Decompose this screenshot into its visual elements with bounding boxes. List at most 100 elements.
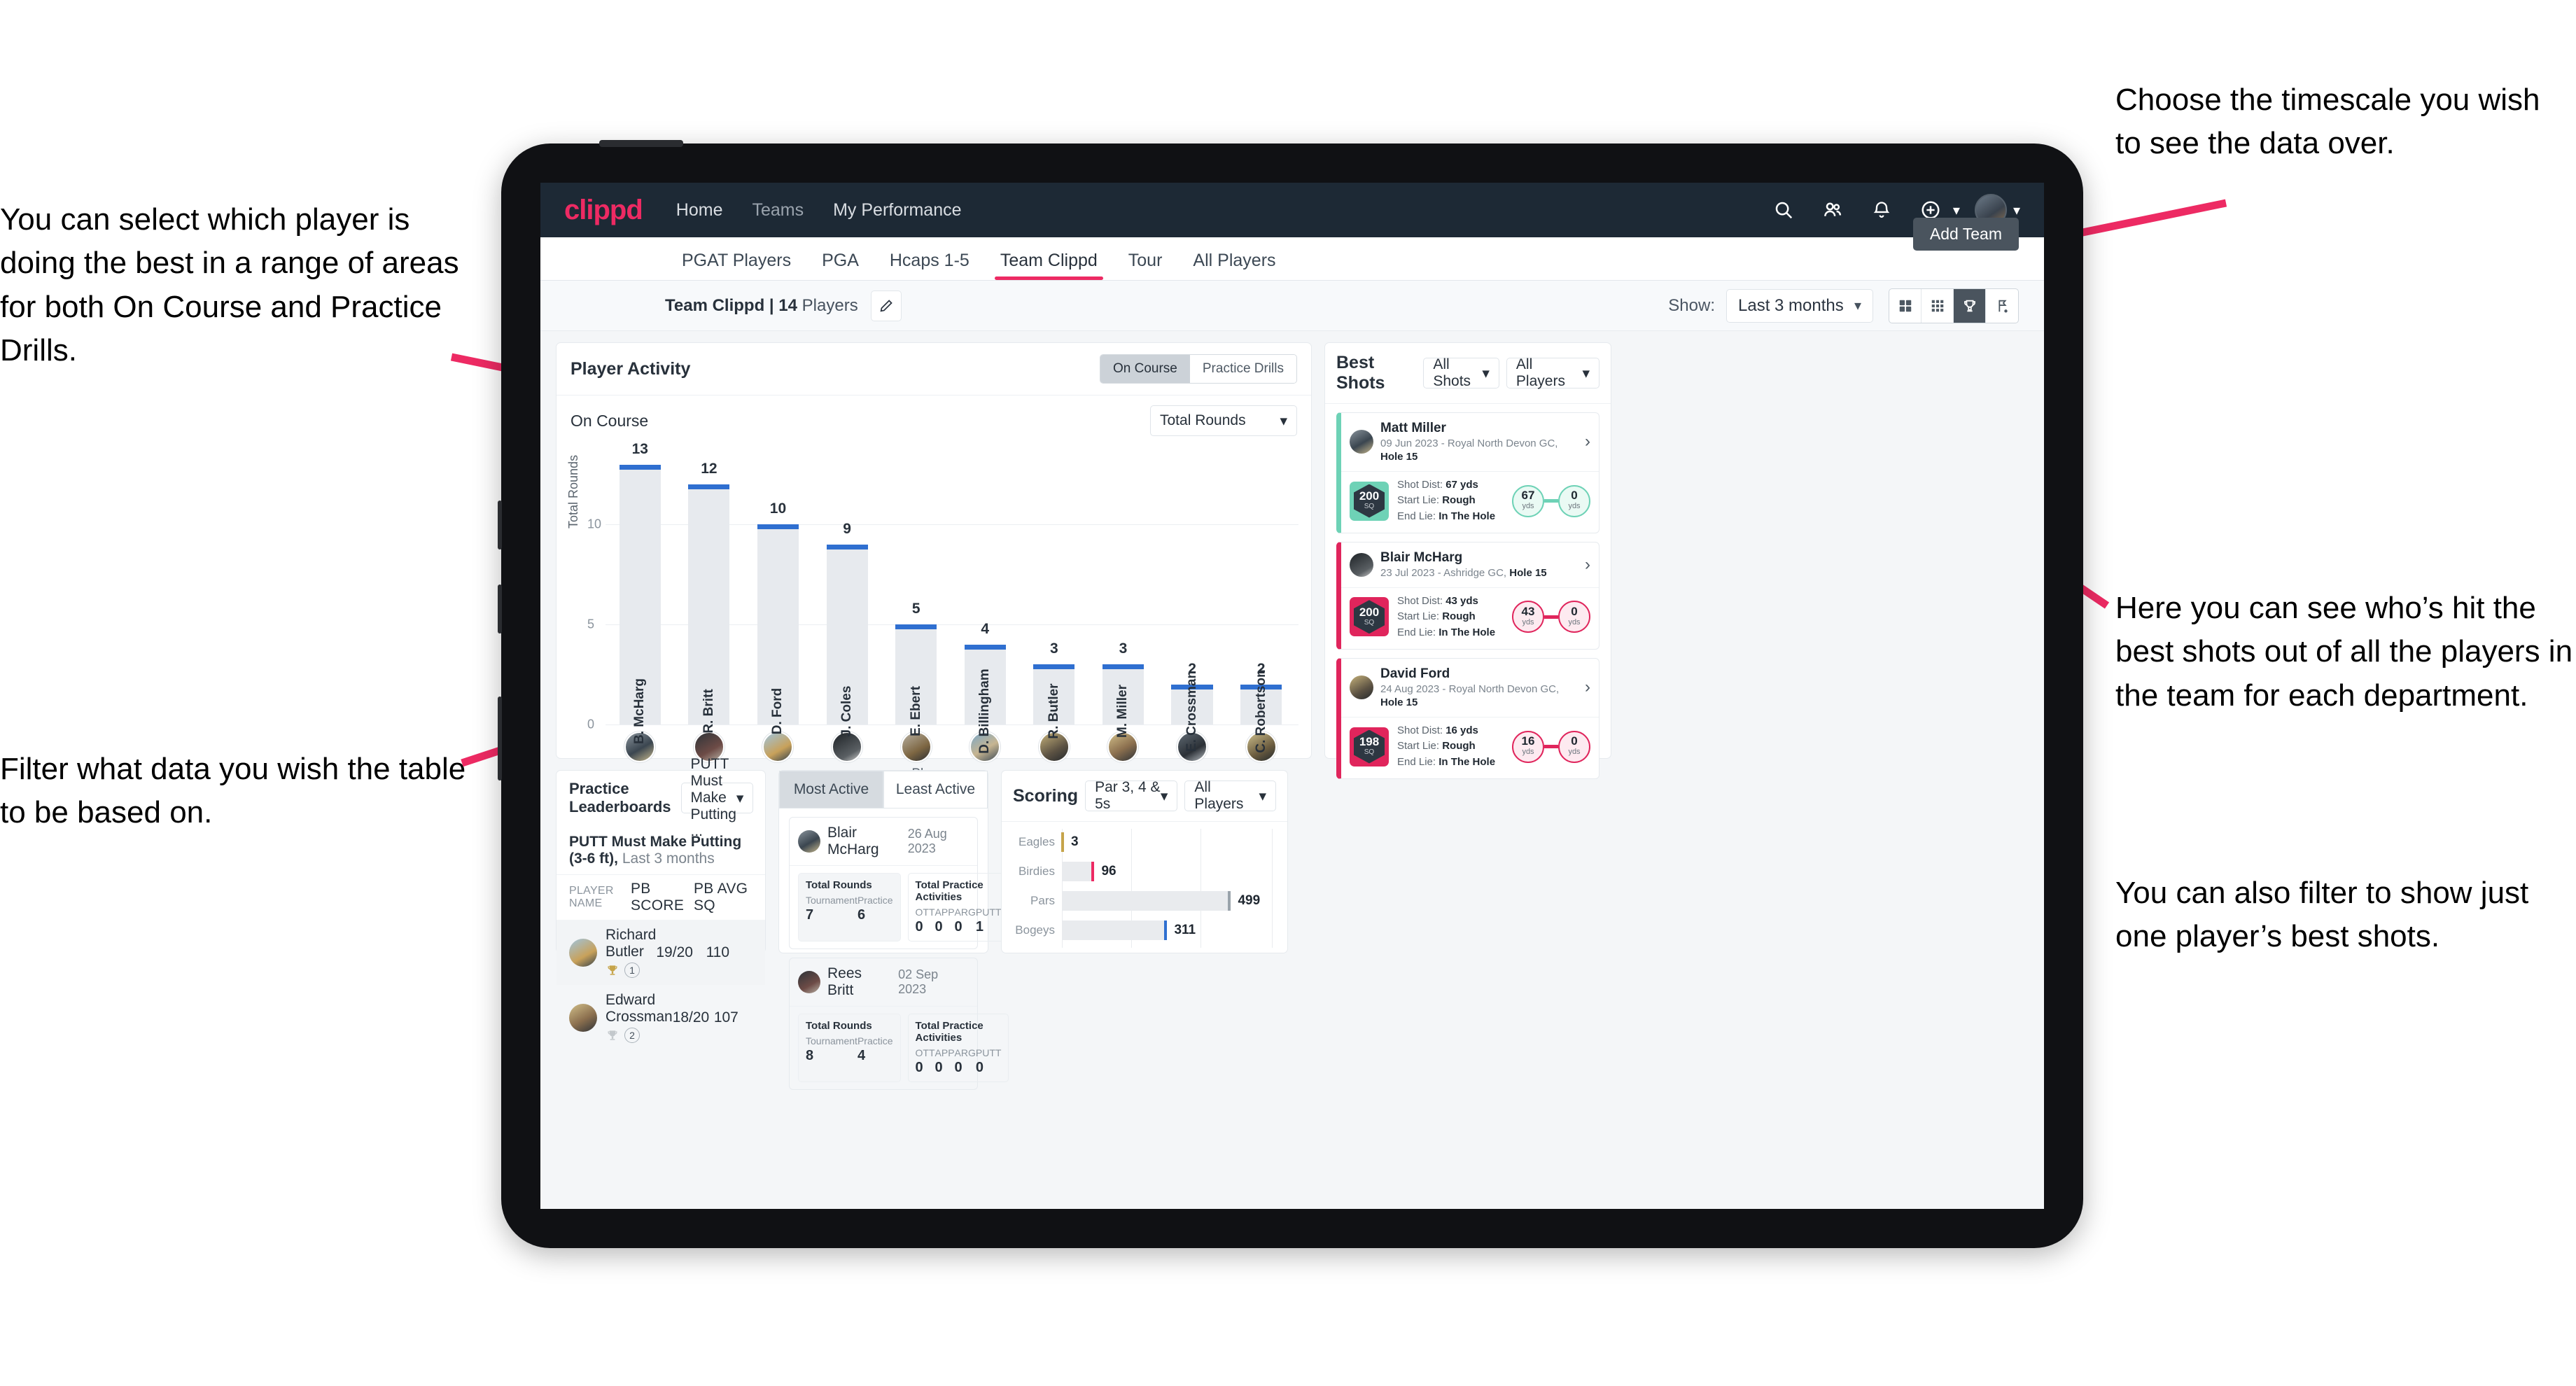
chevron-down-icon: ▾ bbox=[1482, 365, 1490, 382]
flag-icon[interactable] bbox=[1986, 289, 2018, 323]
shot-from-circle: 67 yds bbox=[1512, 484, 1544, 517]
leaderboard-row[interactable]: Edward Crossman 2 18/20 107 bbox=[556, 985, 765, 1050]
trophy-icon bbox=[608, 965, 617, 975]
bell-icon[interactable] bbox=[1863, 192, 1900, 228]
scoring-category-label: Birdies bbox=[1018, 864, 1055, 878]
best-shot-identity: Matt Miller 09 Jun 2023 - Royal North Dev… bbox=[1380, 420, 1578, 464]
player-avatar bbox=[569, 938, 597, 967]
scoring-row[interactable]: Bogeys 311 bbox=[1013, 918, 1276, 942]
shot-quality-value: 198 bbox=[1359, 735, 1380, 748]
activity-player-card[interactable]: Rees Britt 02 Sep 2023 Total Rounds Tournam… bbox=[789, 958, 1009, 1090]
chevron-down-icon-profile[interactable]: ▾ bbox=[2013, 202, 2020, 219]
tab-pgat-players[interactable]: PGAT Players bbox=[666, 251, 806, 280]
annotation-right-mid: Here you can see who’s hit the best shot… bbox=[2115, 591, 2573, 713]
segment-on-course[interactable]: On Course bbox=[1100, 355, 1190, 383]
activity-player-card[interactable]: Blair McHarg 26 Aug 2023 Total Rounds Tourn… bbox=[789, 817, 1009, 949]
trophy-icon[interactable] bbox=[1954, 288, 1986, 323]
scoring-par-filter[interactable]: Par 3, 4 & 5s ▾ bbox=[1085, 779, 1178, 812]
best-shots-title: Best Shots bbox=[1336, 353, 1385, 393]
leaderboard-row[interactable]: Richard Butler 1 19/20 110 bbox=[556, 920, 765, 985]
best-shots-player-filter[interactable]: All Players ▾ bbox=[1506, 356, 1600, 389]
chart-bar-cell[interactable]: 13 B. McHarg bbox=[606, 441, 675, 744]
edit-team-button[interactable] bbox=[870, 290, 902, 321]
nav-link-home[interactable]: Home bbox=[676, 200, 723, 220]
nav-link-teams[interactable]: Teams bbox=[752, 200, 804, 220]
grid-small-icon[interactable] bbox=[1921, 288, 1954, 323]
chart-bar[interactable]: 2 E. Crossman bbox=[1171, 661, 1213, 752]
chevron-right-icon[interactable]: › bbox=[1585, 555, 1590, 575]
chart-bar[interactable]: 9 J. Coles bbox=[826, 521, 868, 736]
leaderboard-rank: 2 bbox=[624, 1028, 640, 1043]
leaderboard-rank-line: 1 bbox=[606, 962, 656, 978]
chart-bar-cell[interactable]: 3 R. Butler bbox=[1020, 444, 1089, 739]
chart-bar-label: C. Robertson bbox=[1253, 669, 1268, 753]
best-shot-card[interactable]: David Ford 24 Aug 2023 - Royal North Devo… bbox=[1336, 658, 1600, 780]
chart-bar[interactable]: 13 B. McHarg bbox=[619, 441, 661, 744]
tab-team-clippd[interactable]: Team Clippd bbox=[985, 251, 1113, 280]
tab-pga[interactable]: PGA bbox=[806, 251, 874, 280]
best-shot-card[interactable]: Matt Miller 09 Jun 2023 - Royal North Dev… bbox=[1336, 412, 1600, 534]
chart-bar-cell[interactable]: 3 M. Miller bbox=[1088, 444, 1158, 738]
timescale-select[interactable]: Last 3 months ▾ bbox=[1726, 288, 1873, 323]
chevron-down-icon: ▾ bbox=[1854, 298, 1861, 314]
chart-bar-cell[interactable]: 9 J. Coles bbox=[813, 444, 882, 736]
tab-all-players[interactable]: All Players bbox=[1177, 251, 1291, 280]
scoring-row[interactable]: Birdies 96 bbox=[1013, 860, 1276, 883]
chevron-right-icon[interactable]: › bbox=[1585, 678, 1590, 697]
chevron-down-icon-add[interactable]: ▾ bbox=[1953, 202, 1960, 219]
metric-select[interactable]: Total Rounds ▾ bbox=[1150, 405, 1297, 436]
chart-bar[interactable]: 3 M. Miller bbox=[1102, 640, 1144, 738]
chart-bar[interactable]: 10 D. Ford bbox=[757, 500, 799, 734]
team-name: Team Clippd bbox=[665, 295, 765, 315]
best-shot-details: Shot Dist: 67 yds Start Lie: Rough End Lie… bbox=[1397, 477, 1495, 525]
leaderboard-player: Edward Crossman 2 bbox=[569, 992, 673, 1043]
chart-bar[interactable]: 3 R. Butler bbox=[1033, 640, 1075, 739]
practice-key: OTT bbox=[915, 1047, 935, 1058]
best-shots-shot-filter[interactable]: All Shots ▾ bbox=[1423, 356, 1499, 389]
people-icon[interactable] bbox=[1814, 192, 1851, 228]
practice-col: PUTT 0 bbox=[976, 1047, 1002, 1076]
rounds-key: Practice bbox=[857, 895, 893, 906]
tab-least-active[interactable]: Least Active bbox=[883, 771, 988, 808]
chart-bar-cell[interactable]: 10 D. Ford bbox=[743, 444, 813, 734]
practice-col: OTT 0 bbox=[916, 906, 935, 935]
leaderboard-pb-avg-sq: 107 bbox=[713, 1009, 738, 1026]
chart-bar-label: R. Britt bbox=[701, 689, 716, 734]
grid-large-icon[interactable] bbox=[1889, 288, 1921, 323]
tab-hcaps-1-5[interactable]: Hcaps 1-5 bbox=[874, 251, 985, 280]
chart-bar[interactable]: 12 R. Britt bbox=[688, 461, 730, 734]
chart-bar[interactable]: 4 D. Billingham bbox=[964, 621, 1006, 754]
nav-link-my-performance[interactable]: My Performance bbox=[833, 200, 961, 220]
chart-bar-value: 5 bbox=[911, 601, 920, 617]
drill-select[interactable]: PUTT Must Make Putting ... ▾ bbox=[680, 756, 754, 839]
player-avatar[interactable] bbox=[762, 732, 794, 762]
chart-bar[interactable]: 5 E. Ebert bbox=[895, 601, 937, 736]
chart-bar-cell[interactable]: 2 E. Crossman bbox=[1158, 444, 1227, 752]
activity-player-name: Blair McHarg bbox=[827, 825, 879, 858]
leaderboard-pb-avg-sq: 110 bbox=[706, 944, 730, 960]
scoring-row[interactable]: Pars 499 bbox=[1013, 889, 1276, 913]
best-shot-card[interactable]: Blair McHarg 23 Jul 2023 - Ashridge GC, H… bbox=[1336, 542, 1600, 650]
best-shot-header: Matt Miller 09 Jun 2023 - Royal North Dev… bbox=[1341, 413, 1599, 471]
practice-col: ARG 0 bbox=[955, 1047, 976, 1076]
shot-quality-unit: SQ bbox=[1364, 503, 1375, 510]
search-icon[interactable] bbox=[1765, 192, 1802, 228]
chart-bar[interactable]: 2 C. Robertson bbox=[1240, 661, 1282, 753]
drill-select-value: PUTT Must Make Putting ... bbox=[690, 756, 736, 839]
tab-tour[interactable]: Tour bbox=[1113, 251, 1178, 280]
team-bar: Team Clippd | 14 Players Show: Last 3 mo… bbox=[540, 281, 2044, 331]
scoring-player-filter[interactable]: All Players ▾ bbox=[1184, 779, 1276, 812]
chart-bar-cell[interactable]: 12 R. Britt bbox=[675, 444, 744, 734]
chevron-right-icon[interactable]: › bbox=[1585, 432, 1590, 451]
rounds-value: 4 bbox=[857, 1048, 866, 1063]
add-team-button[interactable]: Add Team bbox=[1912, 218, 2019, 251]
chart-bar-cell[interactable]: 4 D. Billingham bbox=[951, 444, 1020, 754]
chart-bar-cell[interactable]: 2 C. Robertson bbox=[1226, 444, 1296, 753]
segment-practice-drills[interactable]: Practice Drills bbox=[1189, 355, 1296, 383]
tab-most-active[interactable]: Most Active bbox=[779, 771, 883, 808]
chart-bar-cell[interactable]: 5 E. Ebert bbox=[881, 444, 951, 736]
rounds-key: Practice bbox=[857, 1035, 893, 1046]
scoring-category-label: Bogeys bbox=[1015, 923, 1055, 937]
clippd-logo[interactable]: clippd bbox=[564, 195, 643, 226]
scoring-row[interactable]: Eagles 3 bbox=[1013, 830, 1276, 854]
